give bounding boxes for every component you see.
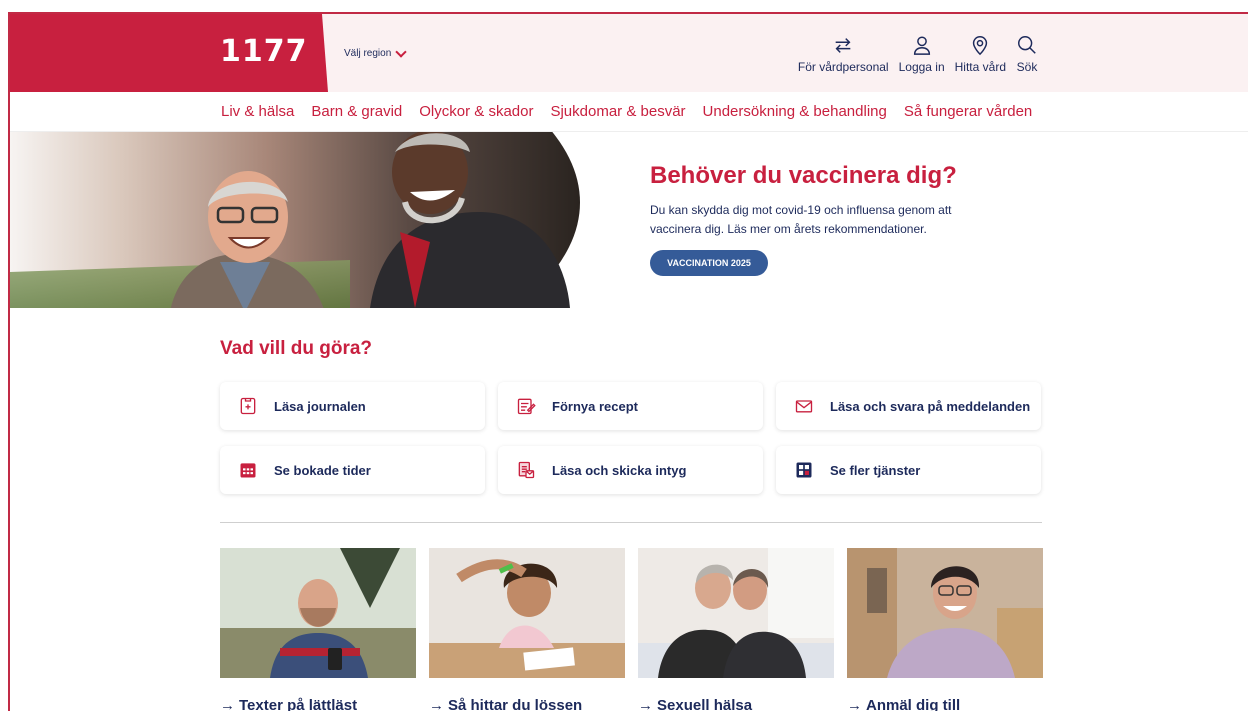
smiling-older-man-image [370,132,570,308]
arrow-right-icon: → [220,697,235,711]
search-icon [1018,36,1036,54]
nav-item-sjukdomar-besvar[interactable]: Sjukdomar & besvär [550,103,685,120]
arrow-right-icon: → [638,697,653,711]
hero-title: Behöver du vaccinera dig? [650,162,957,189]
hero-image [10,132,580,308]
service-label: Förnya recept [552,398,638,414]
tool-search[interactable]: Sök [1016,34,1038,74]
services-title: Vad vill du göra? [220,338,373,359]
topic-label: Texter på lättläst [239,697,358,711]
calendar-icon [240,463,256,478]
nav-item-undersokning[interactable]: Undersökning & behandling [703,103,887,120]
grid-services-icon [796,462,812,478]
certificate-icon [518,461,535,479]
user-icon [913,36,930,55]
tool-label: Sök [1016,60,1038,74]
region-label: Välj region [344,48,392,59]
location-pin-icon [973,36,988,56]
service-card-messages[interactable]: Läsa och svara på meddelanden [776,382,1041,430]
nav-item-sa-fungerar-varden[interactable]: Så fungerar vården [904,103,1032,120]
section-divider [220,522,1042,523]
topic-tile-lice[interactable]: → Så hittar du lössen [429,548,625,711]
topic-tiles: → Texter på lättläst → Så hittar du lössen [220,548,1043,711]
arrow-right-icon: → [429,697,444,711]
arrow-right-icon: → [847,697,862,711]
nav-item-olyckor-skador[interactable]: Olyckor & skador [419,103,533,120]
main-nav: Liv & hälsa Barn & gravid Olyckor & skad… [10,92,1248,132]
smiling-woman-image [847,548,1043,678]
vaccination-button[interactable]: VACCINATION 2025 [650,250,768,276]
service-card-prescription[interactable]: Förnya recept [498,382,763,430]
tool-label: Hitta vård [954,60,1006,74]
smiling-man-image [171,171,324,308]
service-label: Läsa och skicka intyg [552,462,687,478]
service-card-booked-times[interactable]: Se bokade tider [220,446,485,494]
service-label: Läsa och svara på meddelanden [830,398,1031,414]
nav-item-liv-halsa[interactable]: Liv & hälsa [221,103,294,120]
tool-login[interactable]: Logga in [899,34,945,74]
tool-for-healthcare-staff[interactable]: För vårdpersonal [798,34,889,74]
service-label: Se bokade tider [274,462,371,478]
topic-tile-register[interactable]: → Anmäl dig till [847,548,1043,711]
hero-text: Du kan skydda dig mot covid-19 och influ… [650,203,952,236]
nav-item-barn-gravid[interactable]: Barn & gravid [311,103,402,120]
service-label: Läsa journalen [274,398,366,414]
man-with-phone-image [220,548,416,678]
service-card-certificates[interactable]: Läsa och skicka intyg [498,446,763,494]
service-card-more-services[interactable]: Se fler tjänster [776,446,1041,494]
topic-tile-easy-read[interactable]: → Texter på lättläst [220,548,416,711]
region-selector[interactable]: Välj region [344,45,407,59]
site-header: 1177 Välj region För vårdpersonal Logga … [10,14,1248,92]
tool-label: För vårdpersonal [797,60,889,74]
swap-arrows-icon [835,38,851,53]
prescription-icon [517,398,536,415]
header-tools: För vårdpersonal Logga in Hitta vård Sök [798,34,1038,74]
child-drawing-image [429,548,625,678]
couple-kissing-image [638,548,834,678]
topic-label: Anmäl dig till [866,697,961,711]
mail-icon [795,400,813,413]
chevron-down-icon [395,45,407,58]
service-card-journal[interactable]: Läsa journalen [220,382,485,430]
page-frame: 1177 Välj region För vårdpersonal Logga … [8,12,1248,711]
tool-find-care[interactable]: Hitta vård [955,34,1006,74]
topic-label: Sexuell hälsa [657,697,753,711]
journal-icon [240,397,256,415]
service-label: Se fler tjänster [830,462,921,478]
topic-tile-sexual-health[interactable]: → Sexuell hälsa [638,548,834,711]
site-logo[interactable]: 1177 [220,34,308,69]
topic-label: Så hittar du lössen [448,697,583,711]
tool-label: Logga in [898,60,945,74]
services-grid: Läsa journalen Förnya recept Läsa och sv… [220,382,1042,494]
